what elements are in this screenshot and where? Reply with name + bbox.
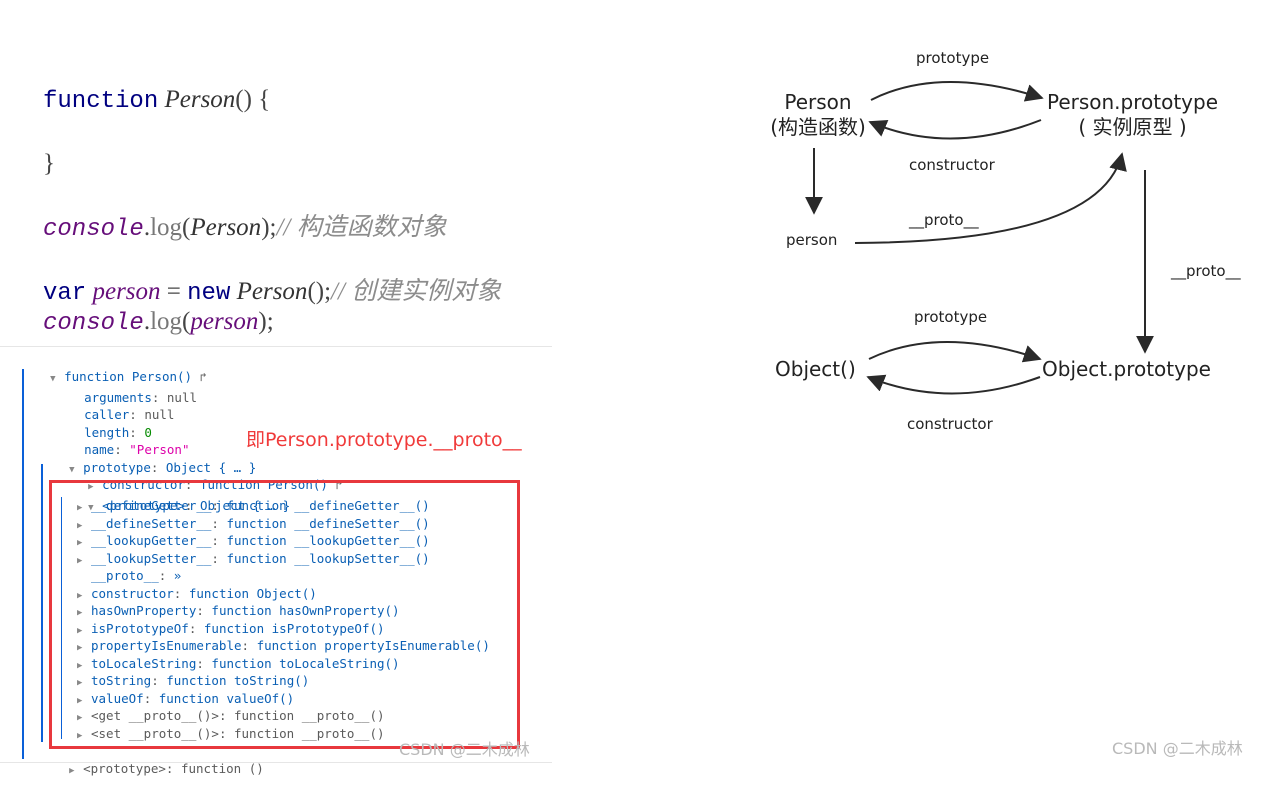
- edge-label-constructor-top: constructor: [909, 156, 995, 174]
- prop-value: function valueOf(): [158, 690, 295, 706]
- node-object-constructor: Object(): [775, 357, 856, 381]
- edge-label-proto-chain: __proto__: [1171, 262, 1241, 280]
- node-person-constructor: Person (构造函数): [768, 90, 868, 140]
- separator: :: [218, 708, 234, 723]
- prop-key: constructor: [91, 585, 174, 601]
- separator: :: [211, 515, 227, 531]
- prop-value: function __proto__(): [234, 708, 385, 723]
- prop-key: __defineSetter__: [91, 515, 212, 531]
- edge-label-constructor-bottom: constructor: [907, 415, 993, 433]
- node-title: Person: [784, 90, 852, 114]
- devtools-object-inspector: ▼ function Person() ↱ arguments: null cal…: [0, 346, 552, 776]
- edge-label-prototype-bottom: prototype: [914, 308, 988, 326]
- separator: :: [158, 568, 174, 583]
- prototype-chain-diagram: Person (构造函数) Person.prototype ( 实例原型 ) …: [740, 30, 1279, 460]
- watermark: CSDN @二木成林: [1112, 739, 1243, 758]
- prop-key: hasOwnProperty: [91, 603, 197, 618]
- prop-key: propertyIsEnumerable: [91, 638, 242, 653]
- separator: :: [218, 725, 234, 741]
- prop-key: __lookupGetter__: [91, 533, 212, 548]
- prop-key: <prototype>: [83, 761, 166, 776]
- prop-value: function propertyIsEnumerable(): [256, 638, 490, 653]
- separator: :: [143, 690, 159, 706]
- method-name: log: [150, 214, 183, 241]
- comment: // 创建实例对象: [331, 278, 502, 305]
- edge-prototype-bottom: [868, 341, 1042, 363]
- edge-label-proto-instance: __proto__: [909, 211, 979, 229]
- closing-brace: }: [43, 150, 55, 177]
- argument: person: [190, 308, 259, 335]
- separator: :: [211, 550, 227, 566]
- separator: :: [196, 655, 212, 671]
- separator: :: [241, 638, 257, 653]
- prop-value: function isPrototypeOf(): [203, 620, 385, 636]
- prop-value: function toString(): [166, 673, 310, 688]
- collapsed-triangle-icon[interactable]: ▶: [69, 763, 83, 780]
- edge-prototype-top: [870, 81, 1044, 102]
- watermark: CSDN @二木成林: [399, 740, 530, 759]
- collapsed-triangle-icon[interactable]: ▶: [77, 728, 91, 745]
- prop-key: toString: [91, 673, 152, 688]
- punctuation: ();: [307, 278, 332, 305]
- prop-value: function toLocaleString(): [211, 655, 400, 671]
- edge-constructor-top: [868, 119, 1042, 140]
- node-title: Person.prototype: [1046, 90, 1219, 114]
- jump-to-definition-icon[interactable]: ↱: [200, 370, 207, 384]
- prop-value: function __defineGetter__(): [226, 498, 430, 513]
- code-line-1: function Person() {: [18, 52, 270, 150]
- punctuation: () {: [235, 86, 271, 113]
- node-object-prototype: Object.prototype: [1042, 357, 1211, 381]
- prop-value: function Object(): [188, 585, 317, 601]
- prop-value: function __lookupGetter__(): [226, 533, 430, 548]
- comment: // 构造函数对象: [276, 214, 447, 241]
- paren-close: );: [258, 308, 274, 335]
- prop-key: isPrototypeOf: [91, 620, 189, 636]
- tree-guide-line: [22, 369, 24, 759]
- prop-key: <set __proto__()>: [91, 725, 219, 741]
- prop-key: __proto__: [91, 568, 159, 583]
- prop-value: function hasOwnProperty(): [211, 603, 400, 618]
- keyword: function: [43, 88, 159, 115]
- prop-value: function __lookupSetter__(): [226, 550, 430, 566]
- console-object: console: [43, 310, 144, 337]
- tree-row-member[interactable]: ▶ <set __proto__()>: function __proto__(): [77, 725, 385, 745]
- tree-row-outer-prototype[interactable]: ▶ <prototype>: function (): [39, 743, 264, 797]
- prop-value[interactable]: »: [174, 568, 182, 583]
- node-subtitle: ( 实例原型 ): [1078, 115, 1187, 139]
- edge-constructor-bottom: [866, 374, 1041, 395]
- prop-key: valueOf: [91, 690, 144, 706]
- node-person-prototype: Person.prototype ( 实例原型 ): [1045, 90, 1220, 140]
- annotation-label: 即Person.prototype.__proto__: [246, 429, 522, 451]
- prop-value: function (): [180, 761, 264, 776]
- node-person-instance: person: [786, 231, 838, 249]
- separator: :: [151, 673, 167, 688]
- separator: :: [173, 585, 189, 601]
- prop-value: function __defineSetter__(): [226, 515, 430, 531]
- separator: :: [196, 603, 212, 618]
- prop-key: <get __proto__()>: [91, 708, 219, 723]
- prop-key: toLocaleString: [91, 655, 197, 671]
- paren-close: );: [261, 214, 277, 241]
- method-name: log: [150, 308, 183, 335]
- tree-guide-line: [41, 464, 43, 742]
- prop-key: __lookupSetter__: [91, 550, 212, 566]
- prop-value: function __proto__(): [234, 725, 385, 741]
- argument: Person: [190, 214, 262, 241]
- separator: :: [211, 533, 227, 548]
- function-name: Person: [164, 86, 236, 113]
- node-subtitle: (构造函数): [770, 115, 866, 139]
- edge-label-prototype-top: prototype: [916, 49, 990, 67]
- separator: :: [188, 620, 204, 636]
- separator: :: [211, 498, 227, 513]
- prop-key: __defineGetter__: [91, 498, 212, 513]
- console-object: console: [43, 216, 144, 243]
